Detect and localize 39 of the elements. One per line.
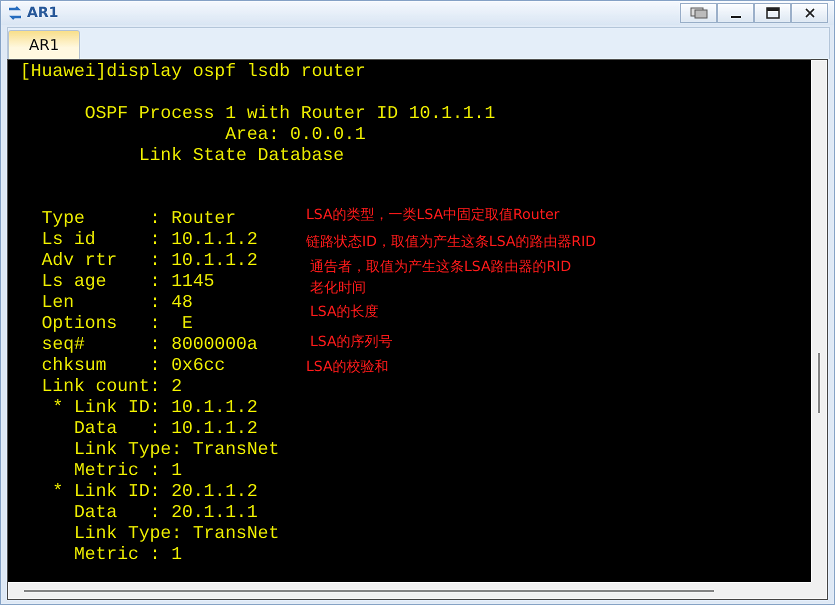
terminal-line: Metric : 1 [73,545,182,566]
terminal-line: Adv rtr : 10.1.1.2 [40,251,258,272]
terminal-line: Len : 48 [40,293,193,314]
terminal-line: Link count: 2 [40,377,182,398]
restore-icon [690,7,708,19]
terminal-line: Link Type: TransNet [73,440,280,461]
terminal-line: Link Type: TransNet [73,524,280,545]
annotation: LSA的长度 [310,303,379,321]
terminal-line: Data : 20.1.1.1 [73,503,258,524]
terminal-line: Type : Router [40,209,236,230]
terminal-line: Options : E [40,314,193,335]
annotation: 链路状态ID，取值为产生这条LSA的路由器RID [306,233,596,251]
annotation: LSA的校验和 [306,358,389,376]
maximize-button[interactable] [754,3,791,23]
close-icon [804,8,814,18]
terminal-line: OSPF Process 1 with Router ID 10.1.1.1 [84,104,496,125]
terminal-line: Link State Database [138,146,344,167]
annotation: 老化时间 [310,279,366,297]
terminal-line: Data : 10.1.1.2 [73,419,258,440]
close-button[interactable] [791,3,828,23]
window-title: AR1 [27,5,58,21]
minimize-button[interactable] [717,3,754,23]
router-icon [7,5,23,21]
annotation: LSA的序列号 [310,333,393,351]
terminal-line: seq# : 8000000a [40,335,258,356]
terminal-line: chksum : 0x6cc [40,356,226,377]
terminal-line: * Link ID: 10.1.1.2 [51,398,258,419]
minimize-icon [730,16,740,18]
annotation: 通告者，取值为产生这条LSA路由器的RID [310,258,572,276]
terminal-line: Ls age : 1145 [40,272,214,293]
maximize-icon [766,7,780,19]
terminal-line: Metric : 1 [73,461,182,482]
terminal-line: [Huawei]display ospf lsdb router [20,62,366,83]
terminal-line: * Link ID: 20.1.1.2 [51,482,258,503]
tab[interactable]: AR1 [8,30,80,59]
annotation: LSA的类型，一类LSA中固定取值Router [306,206,560,224]
restore-button[interactable] [680,3,717,23]
terminal-line: Ls id : 10.1.1.2 [40,230,258,251]
terminal-line: Area: 0.0.0.1 [224,125,366,146]
